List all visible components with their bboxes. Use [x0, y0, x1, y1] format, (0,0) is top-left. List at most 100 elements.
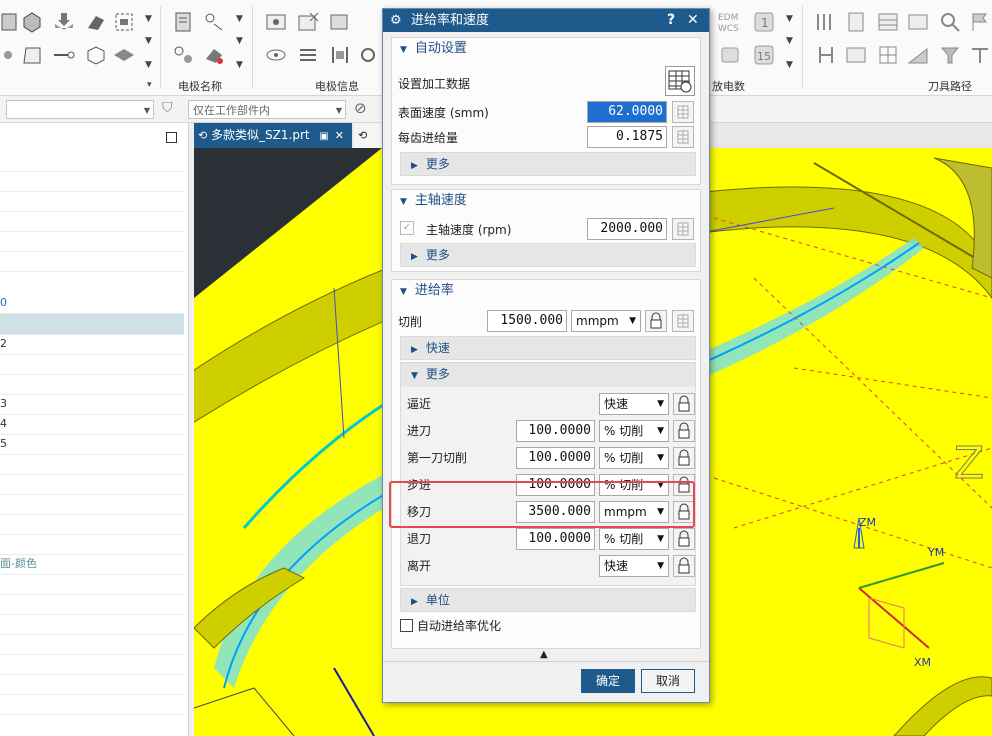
lock-icon[interactable] [673, 528, 695, 550]
chevron-down-icon[interactable]: ▼ [236, 60, 243, 70]
list-item[interactable] [0, 251, 184, 272]
spindle-icon[interactable] [814, 43, 838, 67]
chevron-down-icon[interactable]: ▼ [145, 36, 152, 46]
chevron-down-icon[interactable]: ▼ [145, 60, 152, 70]
tools-icon[interactable] [328, 43, 352, 67]
cancel-button[interactable]: 取消 [641, 669, 695, 693]
chevron-down-icon[interactable]: ▼ [236, 14, 243, 24]
lock-icon[interactable] [645, 310, 667, 332]
close-icon[interactable]: ✕ [335, 129, 344, 142]
collapse-up-icon[interactable]: ▲ [540, 649, 548, 660]
feed-rates-header[interactable]: ▼ 进给率 [400, 280, 454, 302]
list-icon[interactable] [296, 43, 320, 67]
scope-dropdown[interactable]: 仅在工作部件内 ▼ [188, 100, 346, 119]
doc-icon[interactable] [844, 10, 868, 34]
spindle-speed-checkbox[interactable]: ✓ [400, 221, 414, 235]
download-icon[interactable] [52, 10, 76, 34]
frame-icon[interactable] [20, 43, 44, 67]
list-item[interactable] [0, 614, 184, 635]
search-icon[interactable] [938, 10, 962, 34]
list-item[interactable] [0, 534, 184, 555]
list-item[interactable] [0, 474, 184, 495]
more-feeds-toggle[interactable]: ▼ 更多 [401, 363, 695, 387]
auto-more-toggle[interactable]: ▶ 更多 [400, 152, 696, 176]
list-item-selected[interactable] [0, 314, 184, 335]
count-1-icon[interactable]: 1 [752, 10, 776, 34]
box-select-icon[interactable] [112, 10, 136, 34]
list-item[interactable]: 3 [0, 394, 184, 415]
list-item[interactable]: 面-颜色 [0, 554, 184, 575]
list-item[interactable] [0, 674, 184, 695]
list-item[interactable] [0, 494, 184, 515]
calculator-icon[interactable] [672, 218, 694, 240]
tool-holder-icon[interactable] [938, 43, 962, 67]
list-item[interactable] [0, 634, 184, 655]
list-item[interactable] [0, 454, 184, 475]
settings-icon[interactable] [356, 43, 380, 67]
selection-filter-dropdown[interactable]: ▼ [6, 100, 154, 119]
lock-icon[interactable] [673, 555, 695, 577]
calculator-icon[interactable] [672, 126, 694, 148]
layers-icon[interactable] [112, 43, 136, 67]
chevron-down-icon[interactable]: ▼ [786, 60, 793, 70]
chevron-down-icon[interactable]: ▾ [147, 80, 152, 90]
cube-icon[interactable] [20, 10, 44, 34]
electrode-name-icon[interactable] [172, 10, 196, 34]
calculator-icon[interactable] [672, 310, 694, 332]
cut-feed-input[interactable]: 1500.000 [487, 310, 567, 332]
paint-icon[interactable] [202, 43, 226, 67]
machining-data-button[interactable] [665, 66, 695, 96]
number-icon[interactable] [844, 43, 868, 67]
count-icon[interactable] [718, 43, 742, 67]
cube-outline-icon[interactable] [84, 43, 108, 67]
list-item[interactable] [0, 191, 184, 212]
list-item[interactable]: 2 [0, 334, 184, 355]
list-item[interactable]: 4 [0, 414, 184, 435]
help-button[interactable]: ? [667, 9, 675, 32]
wrench-icon[interactable] [172, 43, 196, 67]
engage-unit-select[interactable]: % 切削 ▼ [599, 420, 669, 442]
dialog-title-bar[interactable]: ⚙ 进给率和速度 ? ✕ [383, 9, 709, 32]
list-item[interactable] [0, 374, 184, 395]
list-item[interactable]: 5 [0, 434, 184, 455]
edm-icon[interactable]: EDM WCS [718, 10, 742, 34]
count-15-icon[interactable]: 15 [752, 43, 776, 67]
spindle-speed-input[interactable]: 2000.000 [587, 218, 667, 240]
auto-feed-optimize-checkbox[interactable] [400, 619, 413, 632]
solid-icon[interactable] [84, 10, 108, 34]
info-icon[interactable] [328, 10, 352, 34]
text-icon[interactable] [906, 10, 930, 34]
maximize-icon[interactable] [166, 132, 177, 143]
list-item[interactable] [0, 654, 184, 675]
cut-unit-select[interactable]: mmpm ▼ [571, 310, 641, 332]
list-item[interactable] [0, 574, 184, 595]
lock-icon[interactable] [673, 447, 695, 469]
units-toggle[interactable]: ▶ 单位 [400, 588, 696, 612]
depart-unit-select[interactable]: 快速 ▼ [599, 555, 669, 577]
tab-active-part[interactable]: ⟲ 多款类似_SZ1.prt ▣ ✕ [194, 123, 352, 148]
tag-icon[interactable] [202, 10, 226, 34]
lock-icon[interactable] [673, 393, 695, 415]
chevron-down-icon[interactable]: ▼ [145, 14, 152, 24]
list-item[interactable] [0, 694, 184, 715]
reset-filter-icon[interactable]: ⊘ [354, 99, 367, 117]
ok-button[interactable]: 确定 [581, 669, 635, 693]
chevron-down-icon[interactable]: ▼ [236, 36, 243, 46]
list-item[interactable] [0, 151, 184, 172]
chevron-down-icon[interactable]: ▼ [786, 36, 793, 46]
retract-unit-select[interactable]: % 切削 ▼ [599, 528, 669, 550]
list-item[interactable] [0, 171, 184, 192]
surface-speed-input[interactable]: 62.0000 [587, 101, 667, 123]
list-item[interactable] [0, 231, 184, 252]
table-icon[interactable] [876, 10, 900, 34]
feed-per-tooth-input[interactable]: 0.1875 [587, 126, 667, 148]
list-item[interactable] [0, 514, 184, 535]
view-icon[interactable] [264, 43, 288, 67]
list-item[interactable] [0, 211, 184, 232]
list-item[interactable] [0, 354, 184, 375]
first-cut-unit-select[interactable]: % 切削 ▼ [599, 447, 669, 469]
chevron-down-icon[interactable]: ▼ [786, 14, 793, 24]
spindle-more-toggle[interactable]: ▶ 更多 [400, 243, 696, 267]
lock-icon[interactable] [673, 420, 695, 442]
wedge-icon[interactable] [906, 43, 930, 67]
